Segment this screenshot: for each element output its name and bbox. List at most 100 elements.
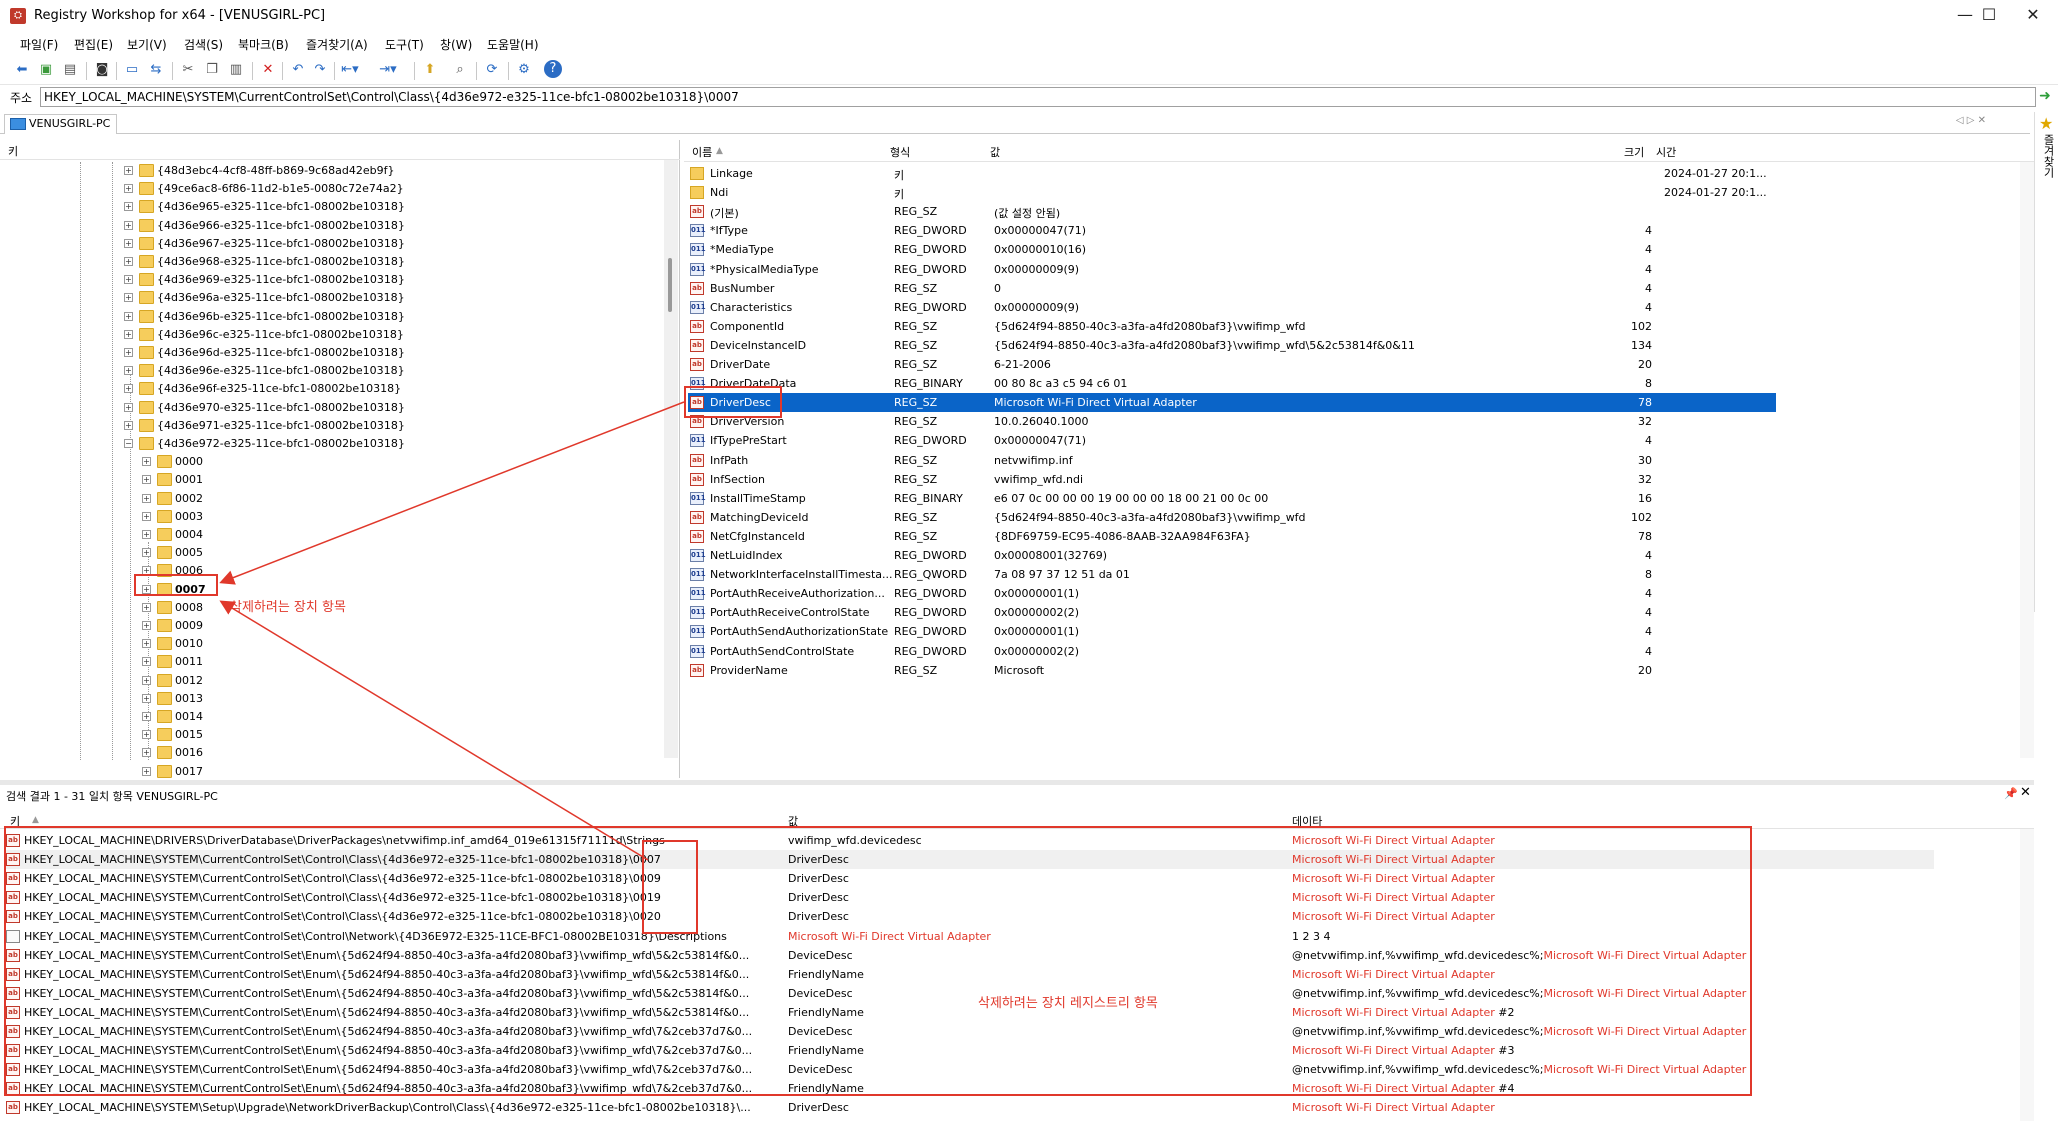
tree-item[interactable]: + {49ce6ac8-6f86-11d2-b1e5-0080c72e74a2} — [124, 180, 644, 198]
tree-subkey-0002[interactable]: +0002 — [142, 490, 342, 508]
tree-item[interactable]: + {4d36e968-e325-11ce-bfc1-08002be10318} — [124, 253, 644, 271]
expand-icon[interactable]: + — [124, 275, 133, 285]
expand-icon[interactable]: + — [124, 220, 133, 230]
value-row[interactable]: Linkage 키 2024-01-27 20:1... — [688, 164, 1776, 183]
expand-icon[interactable]: + — [124, 257, 133, 266]
tab-nav-icon[interactable]: ◁ ▷ ✕ — [1956, 115, 1986, 126]
tree-item[interactable]: + {4d36e969-e325-11ce-bfc1-08002be10318} — [124, 271, 644, 289]
nav-back-icon[interactable]: ⇤▾ — [340, 60, 360, 80]
expand-icon[interactable]: + — [124, 384, 133, 394]
expand-icon[interactable]: + — [142, 693, 151, 703]
menu-bookmarks[interactable]: 북마크(B) — [238, 36, 289, 53]
expand-icon[interactable]: + — [124, 293, 133, 303]
nav-forward-icon[interactable]: ⇥▾ — [378, 60, 398, 80]
tree-item[interactable]: + {4d36e96e-e325-11ce-bfc1-08002be10318} — [124, 362, 644, 380]
value-row[interactable]: ab InfSection REG_SZ vwifimp_wfd.ndi 32 — [688, 470, 1776, 489]
value-row[interactable]: ab DeviceInstanceID REG_SZ {5d624f94-8850-4… — [688, 336, 1776, 355]
tree-subkey-0005[interactable]: +0005 — [142, 544, 342, 562]
expand-icon[interactable]: + — [124, 366, 133, 376]
value-row[interactable]: 011 *IfType REG_DWORD 0x00000047(71) 4 — [688, 221, 1776, 240]
expand-icon[interactable]: + — [124, 166, 133, 175]
expand-icon[interactable]: + — [142, 675, 151, 685]
go-icon[interactable]: ➜ — [2036, 88, 2054, 106]
expand-icon[interactable]: + — [142, 748, 151, 758]
options-icon[interactable]: ⚙ — [514, 60, 534, 80]
expand-icon[interactable]: + — [142, 712, 151, 721]
expand-icon[interactable]: + — [124, 329, 133, 339]
undo-icon[interactable]: ↶ — [288, 60, 308, 80]
tree-item[interactable]: + {4d36e966-e325-11ce-bfc1-08002be10318} — [124, 217, 644, 235]
tree-item[interactable]: + {4d36e96f-e325-11ce-bfc1-08002be10318} — [124, 380, 644, 398]
value-row[interactable]: 011 IfTypePreStart REG_DWORD 0x00000047(71)… — [688, 431, 1776, 450]
value-row[interactable]: ab ProviderName REG_SZ Microsoft 20 — [688, 661, 1776, 680]
save-icon[interactable]: ▤ — [60, 60, 80, 80]
expand-icon[interactable]: − — [124, 439, 133, 448]
search-close-button[interactable]: ✕ — [2020, 785, 2031, 800]
pin-icon[interactable]: 📌 — [2004, 787, 2018, 800]
delete-icon[interactable]: ✕ — [258, 60, 278, 80]
tree-subkey-0016[interactable]: +0016 — [142, 744, 342, 762]
tree-scroll-thumb[interactable] — [668, 258, 672, 312]
search-result-row[interactable]: ab HKEY_LOCAL_MACHINE\SYSTEM\Setup\Upgrad… — [4, 1098, 1934, 1117]
tree-subkey-0010[interactable]: +0010 — [142, 635, 342, 653]
menu-favorites[interactable]: 즐겨찾기(A) — [306, 36, 368, 53]
tree-item[interactable]: + {4d36e965-e325-11ce-bfc1-08002be10318} — [124, 198, 644, 216]
column-value[interactable]: 값 — [990, 144, 1000, 160]
tree-item[interactable]: − {4d36e972-e325-11ce-bfc1-08002be10318} — [124, 435, 644, 453]
expand-icon[interactable]: + — [142, 602, 151, 612]
expand-icon[interactable]: + — [142, 511, 151, 521]
value-row[interactable]: ab NetCfgInstanceId REG_SZ {8DF69759-EC95-4… — [688, 527, 1776, 546]
expand-icon[interactable]: + — [124, 238, 133, 248]
value-row[interactable]: ab ComponentId REG_SZ {5d624f94-8850-40c3-a… — [688, 317, 1776, 336]
value-row[interactable]: ab DriverDate REG_SZ 6-21-2006 20 — [688, 355, 1776, 374]
value-row[interactable]: ab MatchingDeviceId REG_SZ {5d624f94-8850-4… — [688, 508, 1776, 527]
expand-icon[interactable]: + — [124, 420, 133, 430]
value-row[interactable]: 011 PortAuthReceiveControlState REG_DWORD 0… — [688, 603, 1776, 622]
expand-icon[interactable]: + — [142, 766, 151, 776]
expand-icon[interactable]: + — [142, 657, 151, 667]
value-row[interactable]: ab DriverDesc REG_SZ Microsoft Wi-Fi Direct… — [688, 393, 1776, 413]
expand-icon[interactable]: + — [142, 530, 151, 539]
menu-view[interactable]: 보기(V) — [127, 36, 167, 53]
menu-help[interactable]: 도움말(H) — [487, 36, 539, 53]
value-row[interactable]: Ndi 키 2024-01-27 20:1... — [688, 183, 1776, 202]
expand-icon[interactable]: + — [142, 457, 151, 467]
expand-icon[interactable]: + — [124, 184, 133, 194]
tree-subkey-0013[interactable]: +0013 — [142, 690, 342, 708]
expand-icon[interactable]: + — [142, 639, 151, 649]
expand-icon[interactable]: + — [142, 621, 151, 630]
folder-up-icon[interactable]: ⬆ — [420, 60, 440, 80]
tree-subkey-0012[interactable]: +0012 — [142, 672, 342, 690]
expand-icon[interactable]: + — [124, 402, 133, 412]
export-icon[interactable]: ◙ — [92, 60, 112, 80]
column-time[interactable]: 시간 — [1656, 144, 1676, 160]
tab-computer[interactable]: VENUSGIRL-PC — [4, 114, 118, 134]
search-scrollbar[interactable] — [2020, 829, 2034, 1121]
tree-item[interactable]: + {4d36e96c-e325-11ce-bfc1-08002be10318} — [124, 326, 644, 344]
value-row[interactable]: ab (기본) REG_SZ (값 설정 안됨) — [688, 202, 1776, 221]
tree-subkey-0004[interactable]: +0004 — [142, 526, 342, 544]
expand-icon[interactable]: + — [142, 548, 151, 558]
value-row[interactable]: ab BusNumber REG_SZ 0 4 — [688, 279, 1776, 298]
menu-file[interactable]: 파일(F) — [20, 36, 58, 53]
copy-icon[interactable]: ❐ — [202, 60, 222, 80]
tree-scrollbar[interactable] — [664, 160, 678, 758]
expand-icon[interactable]: + — [124, 202, 133, 212]
value-row[interactable]: 011 PortAuthSendAuthorizationState REG_DWO… — [688, 622, 1776, 641]
tree-subkey-0009[interactable]: +0009 — [142, 617, 342, 635]
expand-icon[interactable]: + — [142, 493, 151, 503]
tree-item[interactable]: + {4d36e970-e325-11ce-bfc1-08002be10318} — [124, 399, 644, 417]
expand-icon[interactable]: + — [124, 348, 133, 357]
value-row[interactable]: 011 *PhysicalMediaType REG_DWORD 0x00000009… — [688, 260, 1776, 279]
close-button[interactable]: ✕ — [2010, 0, 2056, 32]
tree-item[interactable]: + {4d36e96d-e325-11ce-bfc1-08002be10318} — [124, 344, 644, 362]
value-row[interactable]: 011 Characteristics REG_DWORD 0x00000009(9)… — [688, 298, 1776, 317]
column-size[interactable]: 크기 — [1624, 144, 1644, 160]
value-row[interactable]: 011 *MediaType REG_DWORD 0x00000010(16) 4 — [688, 240, 1776, 259]
value-row[interactable]: 011 NetworkInterfaceInstallTimesta... REG_… — [688, 565, 1776, 584]
favorites-sidebar[interactable]: ★ 즐겨찾기 — [2034, 112, 2058, 612]
refresh-icon[interactable]: ⟳ — [482, 60, 502, 80]
tree-subkey-0015[interactable]: +0015 — [142, 726, 342, 744]
address-input[interactable] — [40, 87, 2036, 107]
maximize-button[interactable]: ☐ — [1966, 0, 2012, 32]
